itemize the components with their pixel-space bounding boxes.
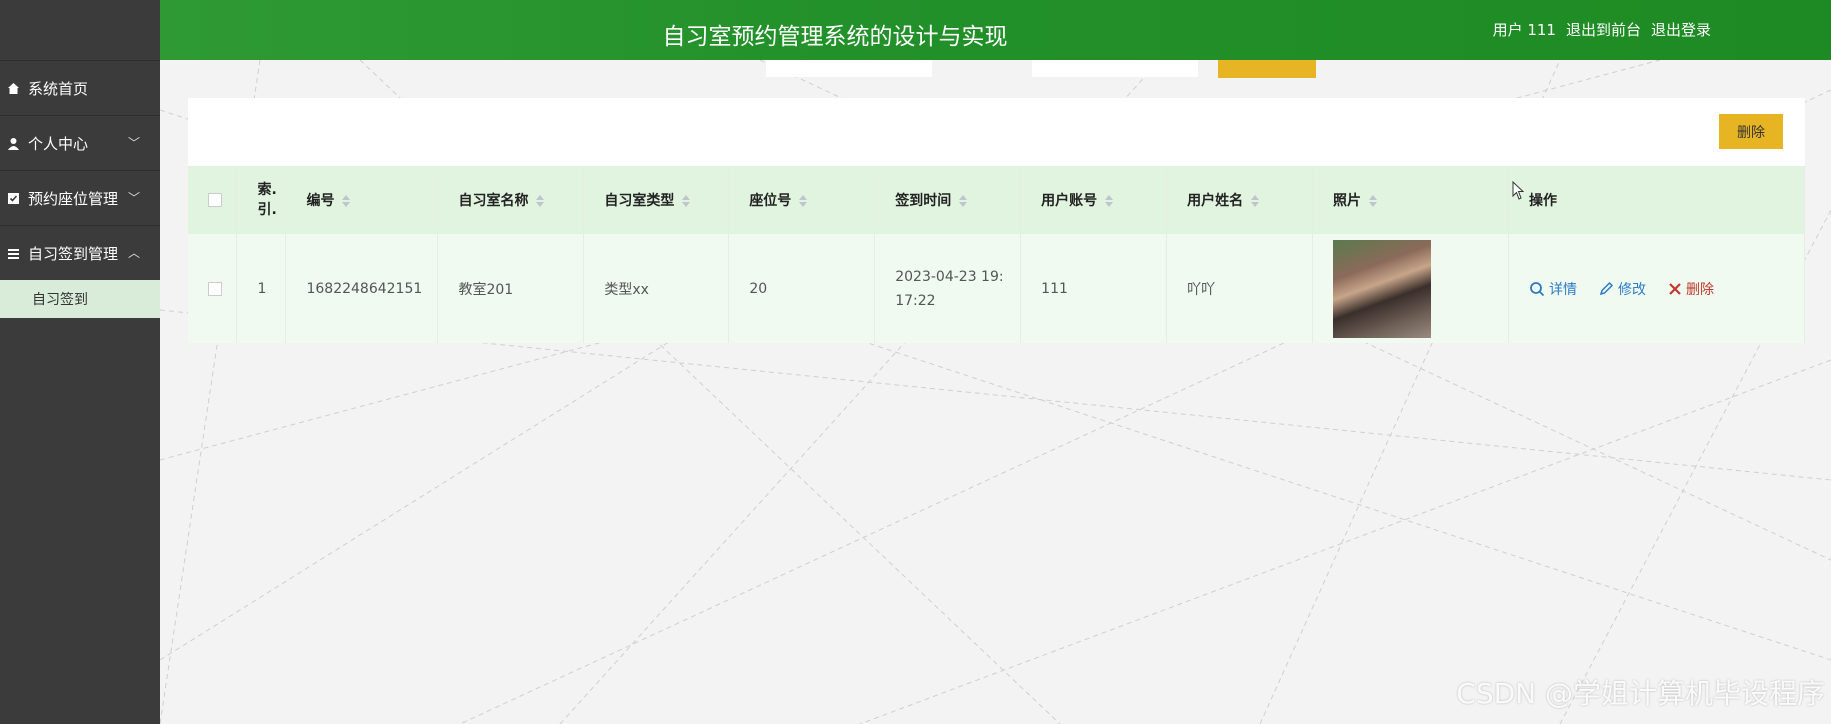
table-header-row: 索. 引. 编号 自习室名称 自习室类型 座位号 签到时间 用户账号 用户姓名 … xyxy=(188,166,1806,234)
header-label: 座位号 xyxy=(749,193,792,209)
header-label: 自习室类型 xyxy=(604,193,675,209)
header-label: 照片 xyxy=(1333,193,1362,209)
header-user-area: 用户 111 退出到前台 退出登录 xyxy=(1493,19,1711,40)
index-header-line: 引. xyxy=(257,202,277,218)
header-label: 编号 xyxy=(306,193,335,209)
close-icon xyxy=(1669,282,1681,295)
cell-room-type: 类型xx xyxy=(583,234,730,343)
cell-photo xyxy=(1312,234,1509,343)
row-select-cell[interactable] xyxy=(188,234,238,343)
user-label: 用户 111 xyxy=(1492,21,1556,39)
home-icon xyxy=(6,81,20,95)
column-header-number[interactable]: 编号 xyxy=(285,166,439,234)
sort-icon[interactable] xyxy=(799,195,808,207)
search-icon xyxy=(1530,281,1545,296)
search-input[interactable] xyxy=(1032,60,1198,77)
sidebar-item-label: 预约座位管理 xyxy=(28,189,119,208)
checkin-time-line: 2023-04-23 19: xyxy=(895,268,1004,285)
checkbox-icon xyxy=(6,191,20,205)
checkin-table: 索. 引. 编号 自习室名称 自习室类型 座位号 签到时间 用户账号 用户姓名 … xyxy=(188,166,1806,343)
row-checkbox[interactable] xyxy=(208,281,222,296)
header-label: 用户账号 xyxy=(1041,193,1098,209)
mouse-cursor-icon xyxy=(1512,181,1525,200)
batch-delete-button[interactable]: 删除 xyxy=(1719,114,1783,149)
cell-index: 1 xyxy=(236,234,287,343)
table-row: 1 1682248642151 教室201 类型xx 20 2023-04-23… xyxy=(188,234,1806,343)
sidebar: 系统首页 个人中心 ﹀ 预约座位管理 ﹀ 自习签到管理 ︿ 自习签到 xyxy=(0,0,160,724)
select-all-checkbox[interactable] xyxy=(208,193,222,207)
logout-link[interactable]: 退出登录 xyxy=(1651,19,1711,40)
select-all-cell[interactable] xyxy=(188,166,238,234)
top-header: 自习室预约管理系统的设计与实现 用户 111 退出到前台 退出登录 xyxy=(160,0,1831,60)
sidebar-item-home[interactable]: 系统首页 xyxy=(0,60,160,115)
search-button[interactable] xyxy=(1218,60,1316,78)
index-header-line: 索. xyxy=(257,182,277,198)
sort-icon[interactable] xyxy=(342,195,351,207)
sort-icon[interactable] xyxy=(1369,195,1378,207)
sidebar-subitem-checkin[interactable]: 自习签到 xyxy=(0,280,160,318)
user-icon xyxy=(6,136,20,150)
column-header-actions: 操作 xyxy=(1508,166,1806,234)
cell-actions: 详情 修改 删除 xyxy=(1508,234,1806,343)
chevron-down-icon: ﹀ xyxy=(127,191,140,205)
search-input[interactable] xyxy=(766,60,932,77)
column-header-photo[interactable]: 照片 xyxy=(1312,166,1509,234)
header-label: 签到时间 xyxy=(895,193,952,209)
sidebar-item-label: 自习签到管理 xyxy=(28,244,119,263)
header-label: 操作 xyxy=(1528,193,1557,209)
cell-checkin-time: 2023-04-23 19: 17:22 xyxy=(874,234,1022,343)
row-actions: 详情 修改 删除 xyxy=(1529,279,1804,299)
column-header-account[interactable]: 用户账号 xyxy=(1020,166,1168,234)
sidebar-item-label: 系统首页 xyxy=(28,79,89,98)
column-header-user-name[interactable]: 用户姓名 xyxy=(1166,166,1314,234)
column-header-checkin-time[interactable]: 签到时间 xyxy=(874,166,1022,234)
sort-icon[interactable] xyxy=(1251,195,1260,207)
sort-icon[interactable] xyxy=(682,195,691,207)
page-title: 自习室预约管理系统的设计与实现 xyxy=(662,24,1008,50)
column-header-index: 索. 引. xyxy=(236,166,287,234)
cell-user-name: 吖吖 xyxy=(1166,234,1314,343)
column-header-seat[interactable]: 座位号 xyxy=(728,166,876,234)
chevron-up-icon: ︿ xyxy=(127,246,140,260)
column-header-room-type[interactable]: 自习室类型 xyxy=(583,166,730,234)
back-to-front-link[interactable]: 退出到前台 xyxy=(1566,19,1641,40)
cell-seat: 20 xyxy=(728,234,876,343)
checkin-time-line: 17:22 xyxy=(895,292,936,309)
delete-label: 删除 xyxy=(1685,281,1714,298)
sidebar-header xyxy=(0,0,160,60)
sidebar-item-label: 个人中心 xyxy=(28,134,89,153)
edit-button[interactable]: 修改 xyxy=(1599,279,1646,299)
sort-icon[interactable] xyxy=(536,195,545,207)
list-icon xyxy=(6,246,20,260)
cell-room-name: 教室201 xyxy=(437,234,585,343)
pencil-icon xyxy=(1599,281,1614,296)
chevron-down-icon: ﹀ xyxy=(127,136,140,150)
cell-number: 1682248642151 xyxy=(285,234,439,343)
header-label: 用户姓名 xyxy=(1187,193,1244,209)
watermark: CSDN @学姐计算机毕设程序 xyxy=(1456,677,1825,710)
sidebar-item-profile[interactable]: 个人中心 ﹀ xyxy=(0,115,160,170)
delete-button[interactable]: 删除 xyxy=(1668,279,1714,299)
column-header-room-name[interactable]: 自习室名称 xyxy=(437,166,585,234)
detail-button[interactable]: 详情 xyxy=(1529,279,1577,299)
detail-label: 详情 xyxy=(1548,281,1577,298)
content-card: 删除 索. 引. 编号 自习室名称 自习室类型 座位号 签到时间 用户账号 用户… xyxy=(188,98,1806,343)
sort-icon[interactable] xyxy=(959,195,968,207)
sort-icon[interactable] xyxy=(1105,195,1114,207)
sidebar-item-checkin[interactable]: 自习签到管理 ︿ xyxy=(0,225,160,280)
user-photo[interactable] xyxy=(1333,239,1432,338)
cell-account: 111 xyxy=(1020,234,1168,343)
edit-label: 修改 xyxy=(1617,281,1646,298)
sidebar-item-reservation[interactable]: 预约座位管理 ﹀ xyxy=(0,170,160,225)
header-label: 自习室名称 xyxy=(458,193,529,209)
